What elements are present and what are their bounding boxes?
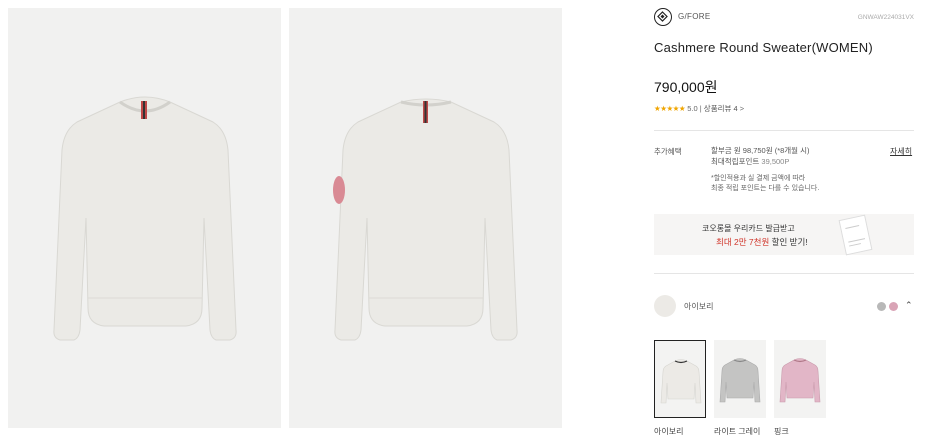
benefits-notes: *할인적용과 실 결제 금액에 따라 최종 적립 포인트는 다를 수 있습니다. [711, 174, 819, 194]
color-option-label: 핑크 [774, 427, 789, 436]
chevron-right-icon: > [739, 104, 745, 113]
promo-line2: 최대 2만 7천원 할인 받기! [716, 236, 808, 248]
brand-row: G/FORE GNWAW224031VX [654, 8, 918, 26]
points-info: 최대적립포인트 39,500P [711, 157, 810, 168]
product-info-panel: G/FORE GNWAW224031VX Cashmere Round Swea… [654, 0, 918, 442]
card-promo-banner[interactable]: 코오롱몰 우리카드 발급받고 최대 2만 7천원 할인 받기! [654, 214, 914, 256]
sweater-ivory-thumbnail [660, 359, 702, 404]
sweater-pink-thumbnail [779, 358, 821, 403]
divider [654, 273, 914, 274]
sweater-back-illustration [333, 98, 518, 341]
credit-card-icon [838, 214, 873, 256]
promo-line2-suffix: 할인 받기! [771, 237, 808, 247]
sweater-front-illustration [53, 96, 237, 341]
product-image-front[interactable] [8, 8, 281, 428]
benefits-lines: 할부금 원 98,750원 (*8개월 시) 최대적립포인트 39,500P [711, 146, 810, 167]
benefits-detail-link[interactable]: 자세히 [890, 146, 912, 157]
color-option-label: 라이트 그레이 [714, 427, 761, 436]
benefit-note-2: 최종 적립 포인트는 다를 수 있습니다. [711, 185, 820, 192]
product-image-back[interactable] [289, 8, 562, 428]
selected-color-label: 아이보리 [684, 302, 714, 311]
color-swatch-pink[interactable] [889, 302, 898, 311]
brand-logo-icon[interactable] [654, 8, 672, 26]
points-value: 39,500P [761, 156, 790, 166]
color-option-ivory[interactable] [654, 340, 706, 418]
product-price: 790,000원 [654, 79, 718, 95]
promo-line1: 코오롱몰 우리카드 발급받고 [702, 224, 795, 233]
review-count-link[interactable]: 상품리뷰 4 [704, 104, 738, 113]
color-swatch-gray[interactable] [877, 302, 886, 311]
color-option-pink[interactable] [774, 340, 826, 418]
promo-highlight: 최대 2만 7천원 [716, 237, 770, 247]
product-title: Cashmere Round Sweater(WOMEN) [654, 40, 873, 55]
color-option-label: 아이보리 [654, 427, 684, 436]
benefit-note-1: *할인적용과 실 결제 금액에 따라 [711, 175, 806, 182]
points-prefix: 최대적립포인트 [711, 156, 760, 166]
brand-name[interactable]: G/FORE [678, 12, 710, 21]
color-selector[interactable]: 아이보리 ⌃ [654, 292, 918, 320]
rating-separator: | [699, 104, 702, 113]
selected-color-chip [654, 295, 676, 317]
benefits-label: 추가혜택 [654, 147, 682, 156]
rating-score: 5.0 [687, 104, 698, 113]
color-option-light-gray[interactable] [714, 340, 766, 418]
chevron-up-icon[interactable]: ⌃ [905, 300, 913, 311]
divider [654, 130, 914, 131]
installment-info: 할부금 원 98,750원 (*8개월 시) [711, 146, 810, 155]
rating-row[interactable]: ★★★★★ 5.0 | 상품리뷰 4 > [654, 103, 744, 114]
star-rating-icon: ★★★★★ [654, 104, 686, 113]
sweater-light-gray-thumbnail [719, 358, 761, 403]
product-code: GNWAW224031VX [857, 14, 914, 21]
